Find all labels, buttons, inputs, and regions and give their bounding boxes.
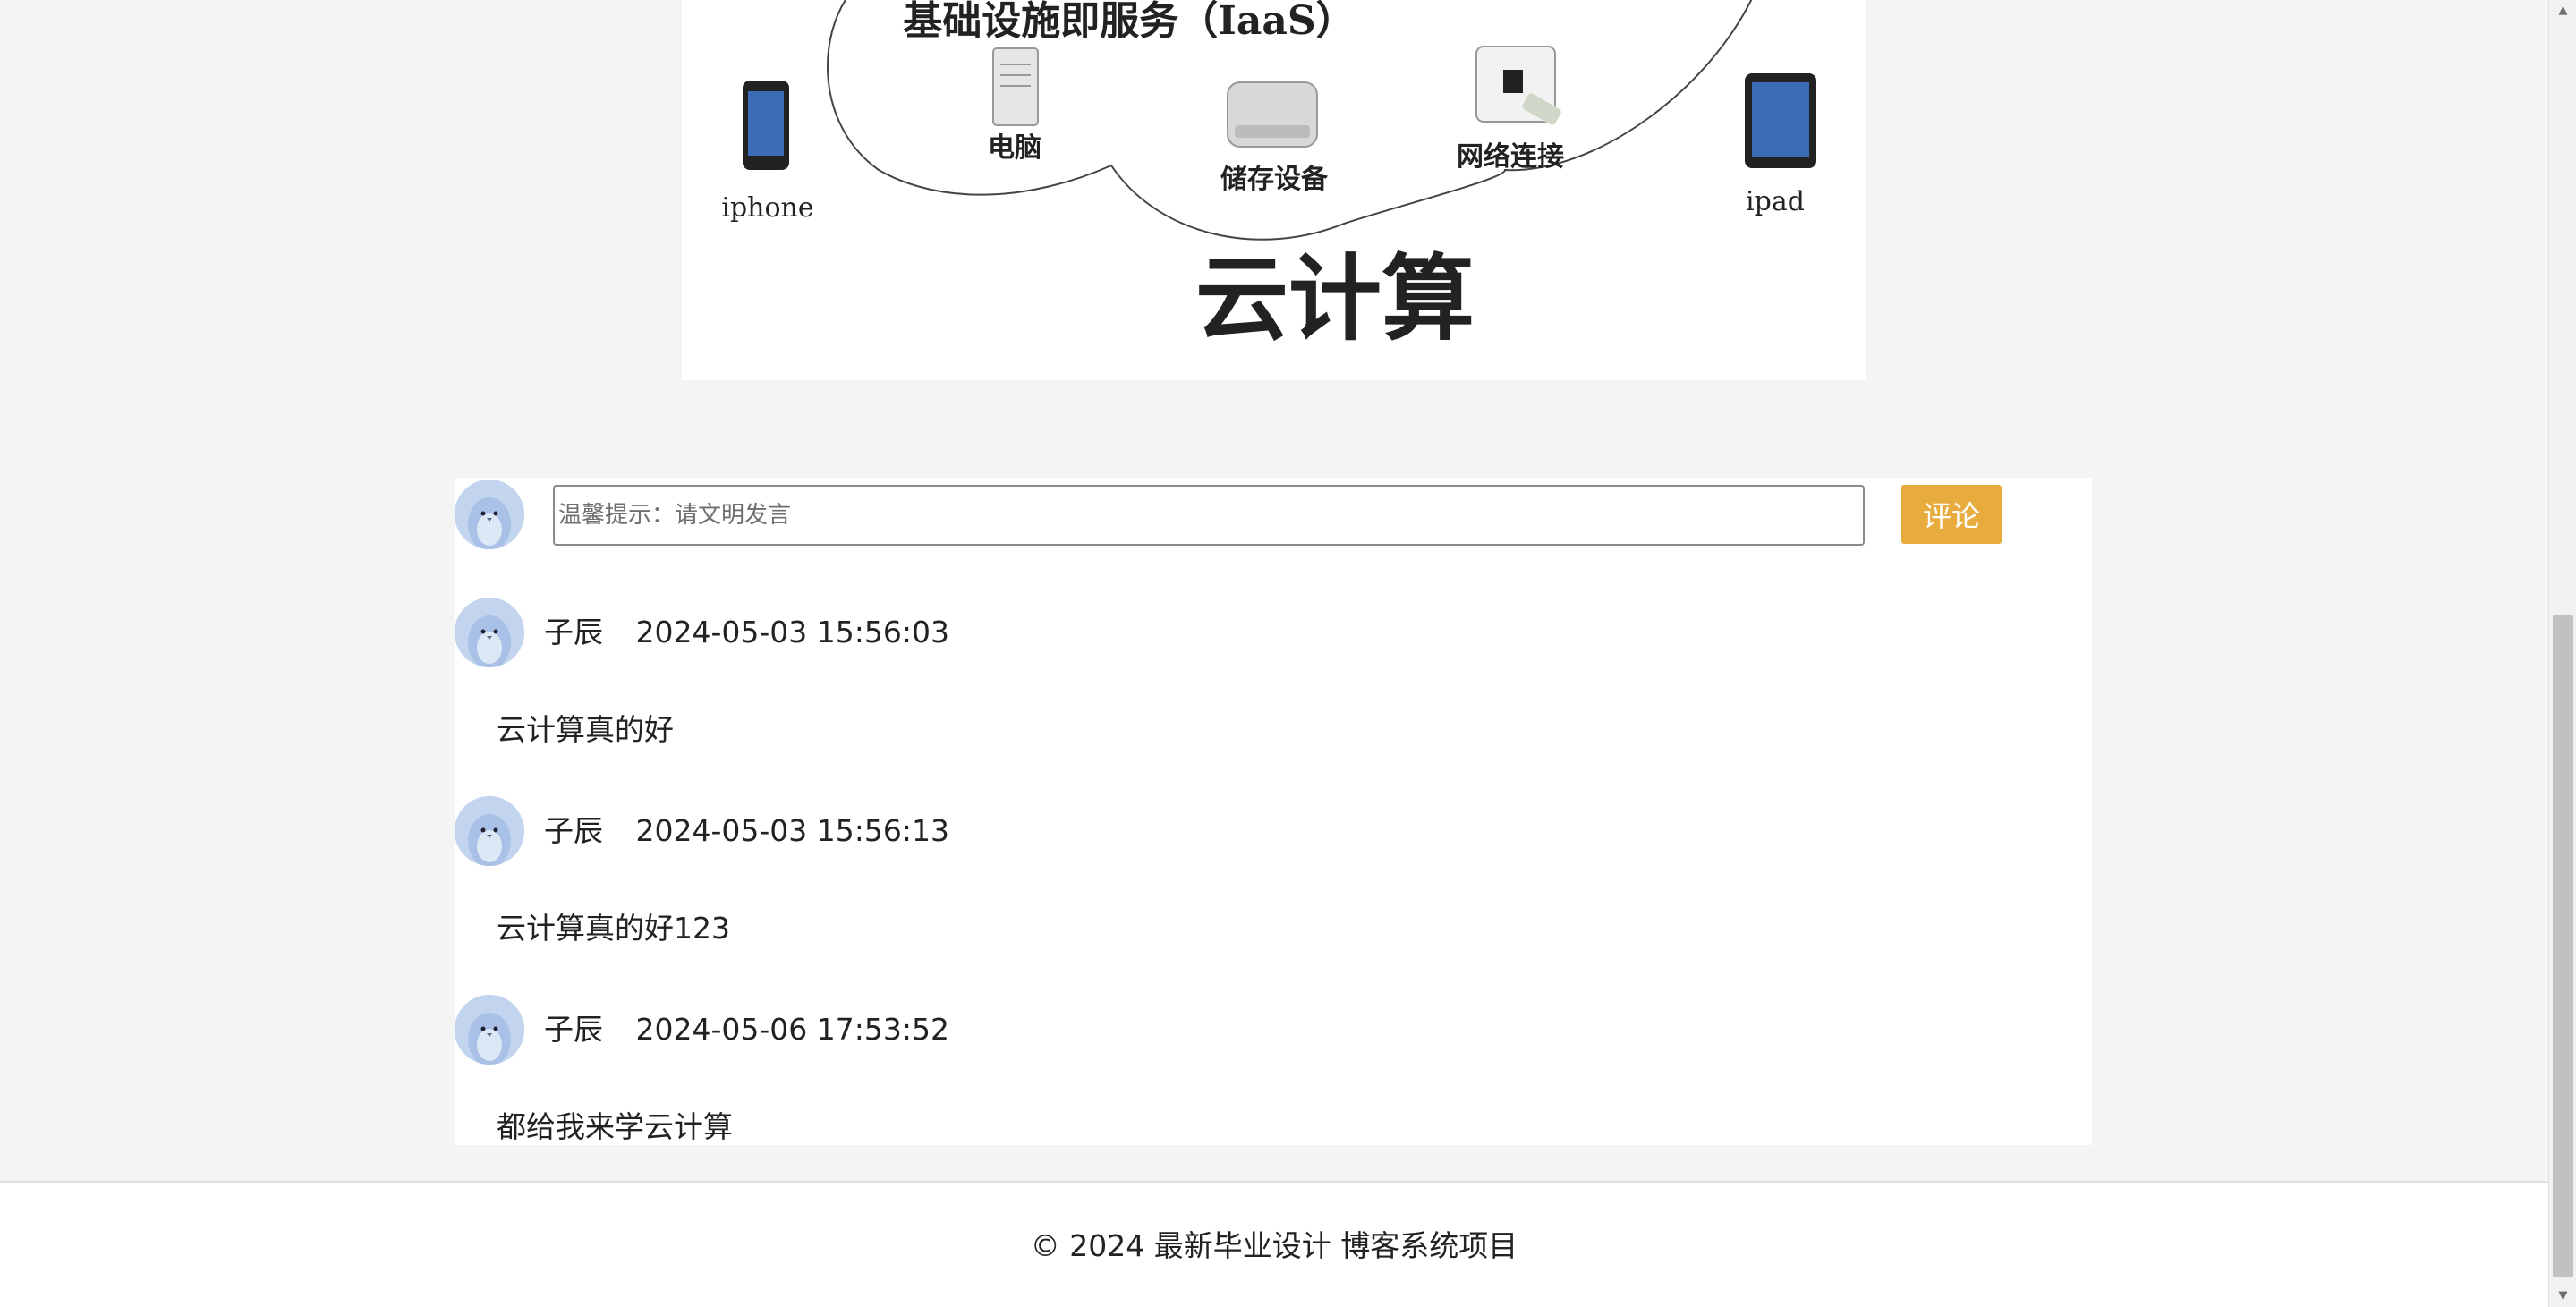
comment-avatar <box>455 796 524 866</box>
server-label: 电脑 <box>988 132 1041 164</box>
page: 基础设施即服务（IaaS） iphone 电脑 储存设备 网络连接 ipad 云… <box>0 0 2548 1307</box>
comment-meta: 子辰 2024-05-03 15:56:03 <box>544 614 949 651</box>
phone-icon <box>743 81 789 170</box>
tablet-icon <box>1745 73 1816 168</box>
figure-caption: 云计算 <box>1195 243 1475 353</box>
server-icon <box>992 47 1039 126</box>
penguin-avatar-icon <box>455 480 524 549</box>
comment-avatar <box>455 995 524 1065</box>
comments-section: 评论 子辰 2024-05-03 15:56:03 云计算真的好 <box>455 478 2092 1145</box>
article-figure-cloud-computing: 基础设施即服务（IaaS） iphone 电脑 储存设备 网络连接 ipad 云… <box>682 0 1866 380</box>
page-footer: © 2024 最新毕业设计 博客系统项目 <box>0 1181 2548 1307</box>
comment-author: 子辰 <box>544 615 603 649</box>
comment-item: 子辰 2024-05-03 15:56:03 云计算真的好 <box>455 598 2092 796</box>
penguin-avatar-icon <box>455 796 524 866</box>
vertical-scrollbar[interactable]: ▲ ▼ <box>2548 0 2576 1307</box>
tablet-label: ipad <box>1746 186 1805 217</box>
comment-content: 都给我来学云计算 <box>497 1109 733 1144</box>
comment-author: 子辰 <box>544 1012 603 1047</box>
network-label: 网络连接 <box>1457 141 1564 173</box>
chevron-up-icon[interactable]: ▲ <box>2549 0 2576 21</box>
comment-content: 云计算真的好123 <box>497 911 730 946</box>
cloud-label: 基础设施即服务（IaaS） <box>903 0 1355 44</box>
phone-label: iphone <box>721 192 813 224</box>
comment-content: 云计算真的好 <box>497 712 674 747</box>
storage-label: 储存设备 <box>1220 164 1329 195</box>
storage-icon <box>1227 81 1318 148</box>
current-user-avatar <box>455 480 524 549</box>
chevron-down-icon[interactable]: ▼ <box>2549 1286 2576 1307</box>
comment-timestamp: 2024-05-06 17:53:52 <box>635 1012 949 1047</box>
footer-copyright: © 2024 最新毕业设计 博客系统项目 <box>1030 1228 1518 1263</box>
comment-author: 子辰 <box>544 813 603 848</box>
comment-timestamp: 2024-05-03 15:56:03 <box>635 615 949 649</box>
submit-comment-button[interactable]: 评论 <box>1901 485 2002 544</box>
network-icon <box>1475 46 1561 125</box>
penguin-avatar-icon <box>455 995 524 1065</box>
comment-item: 子辰 2024-05-06 17:53:52 都给我来学云计算 <box>455 995 2092 1145</box>
scrollbar-thumb[interactable] <box>2553 615 2573 1277</box>
comment-meta: 子辰 2024-05-06 17:53:52 <box>544 1011 949 1048</box>
comment-input[interactable] <box>553 485 1865 546</box>
comment-meta: 子辰 2024-05-03 15:56:13 <box>544 812 949 850</box>
comment-item: 子辰 2024-05-03 15:56:13 云计算真的好123 <box>455 796 2092 995</box>
comment-avatar <box>455 598 524 667</box>
comment-timestamp: 2024-05-03 15:56:13 <box>635 813 949 848</box>
penguin-avatar-icon <box>455 598 524 667</box>
